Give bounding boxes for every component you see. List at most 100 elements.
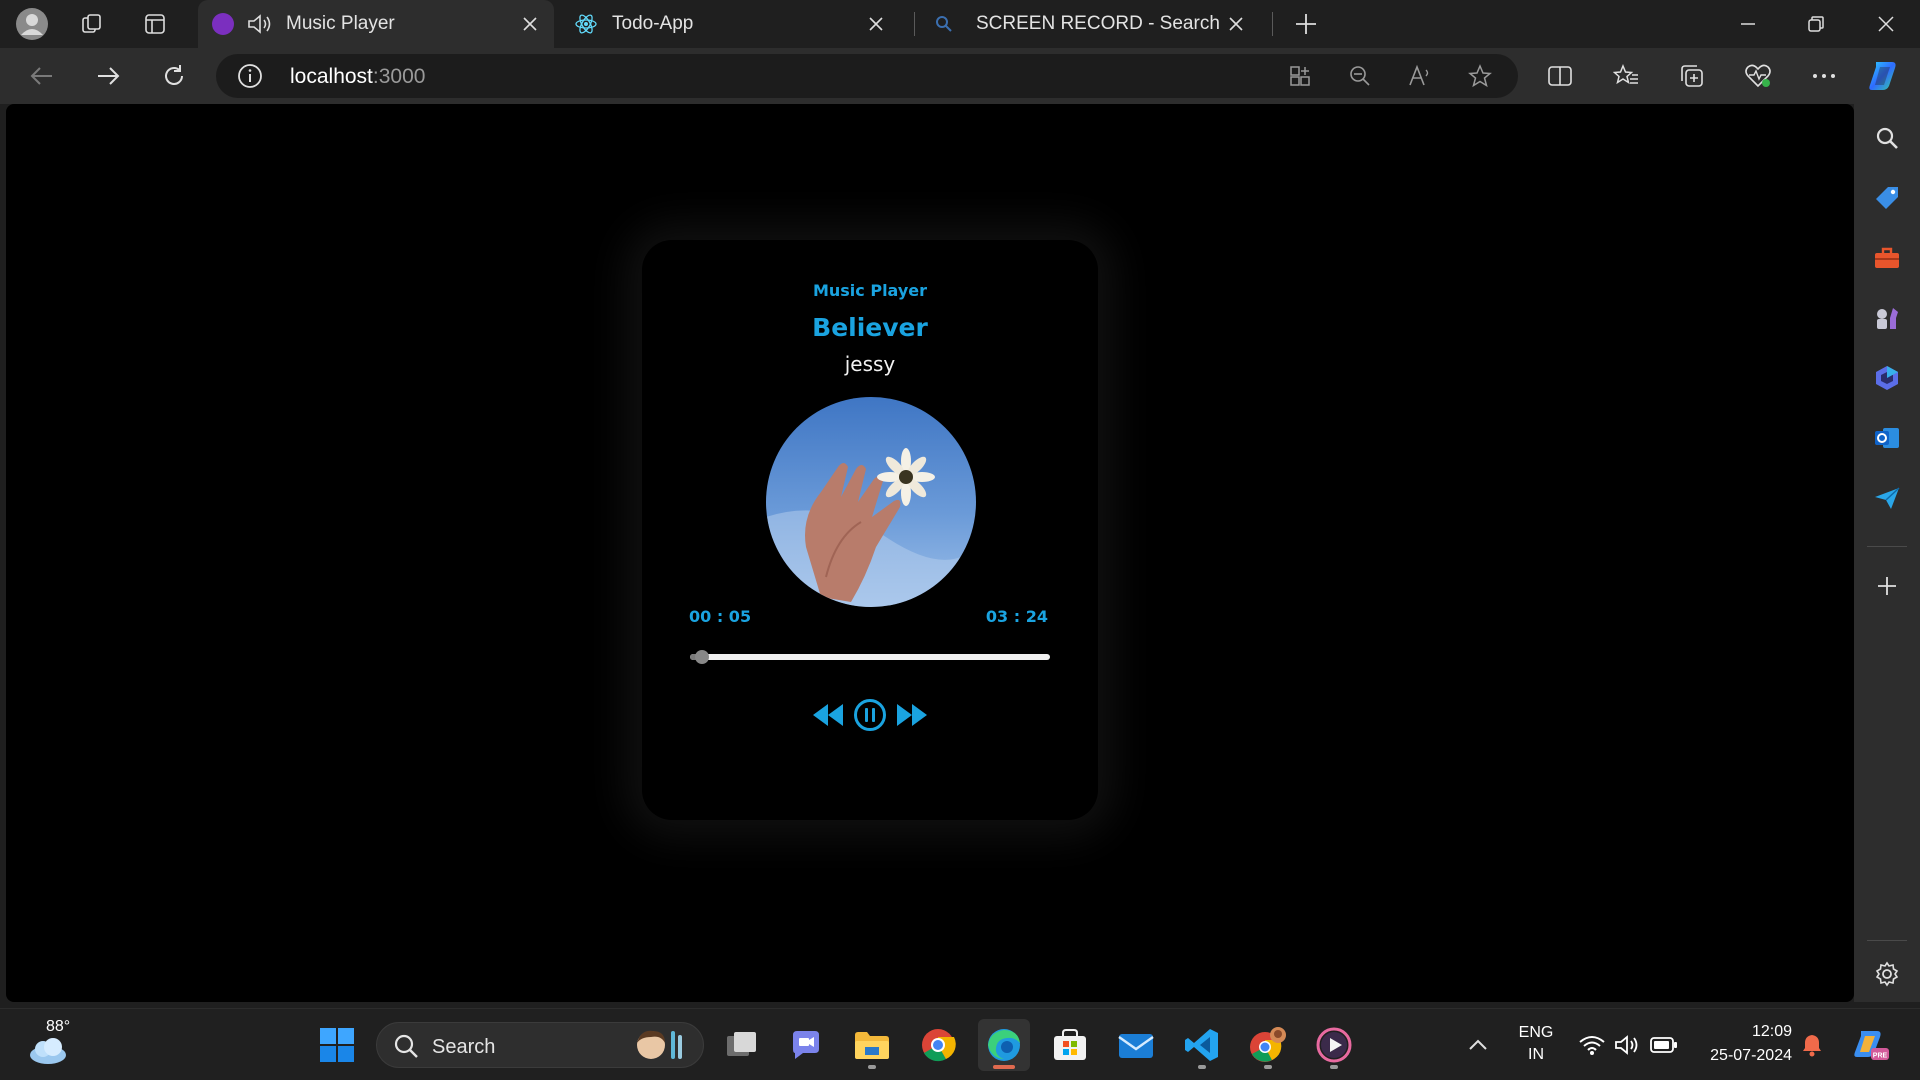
media-player-button[interactable] — [1308, 1019, 1360, 1071]
sidebar-shopping-button[interactable] — [1867, 178, 1907, 218]
language-indicator[interactable]: ENG IN — [1508, 1024, 1564, 1064]
browser-tab-strip: Music Player Todo-App SCREEN RECORD - Se… — [0, 0, 1920, 48]
network-volume-battery[interactable] — [1568, 1019, 1688, 1071]
edge-icon — [988, 1029, 1020, 1061]
app-available-icon[interactable] — [1282, 58, 1318, 94]
forward-button[interactable] — [88, 56, 128, 96]
site-info-icon[interactable] — [236, 62, 264, 95]
tab-screen-record-search[interactable]: SCREEN RECORD - Search — [920, 0, 1260, 48]
address-bar[interactable]: localhost:3000 — [216, 54, 1518, 98]
new-tab-button[interactable] — [1288, 6, 1324, 42]
running-indicator — [1330, 1065, 1338, 1069]
previous-button[interactable] — [810, 697, 846, 733]
search-highlight-icon — [637, 1030, 682, 1059]
teams-chat-icon — [793, 1031, 819, 1059]
speaker-playing-icon[interactable] — [246, 12, 272, 36]
current-time: 00 : 05 — [689, 607, 752, 626]
sidebar-outlook-button[interactable] — [1867, 418, 1907, 458]
favorite-star-icon[interactable] — [1462, 58, 1498, 94]
toolbox-icon — [1875, 247, 1899, 268]
close-window-button[interactable] — [1852, 0, 1920, 48]
close-tab-icon[interactable] — [1224, 12, 1248, 36]
rewind-icon — [813, 704, 843, 726]
close-tab-icon[interactable] — [864, 12, 888, 36]
sidebar-search-button[interactable] — [1867, 118, 1907, 158]
minimize-button[interactable] — [1714, 0, 1782, 48]
show-hidden-icons-button[interactable] — [1452, 1019, 1504, 1071]
wifi-icon — [1579, 1036, 1605, 1055]
tab-title: SCREEN RECORD - Search — [976, 13, 1220, 34]
running-indicator — [868, 1065, 876, 1069]
settings-more-button[interactable] — [1804, 56, 1844, 96]
notifications-button[interactable] — [1792, 1019, 1832, 1071]
shopping-tag-icon — [1876, 187, 1898, 209]
url-host: localhost — [290, 65, 373, 88]
svg-text:PRE: PRE — [1873, 1053, 1888, 1060]
microsoft-365-icon — [1876, 366, 1898, 390]
play-pause-button[interactable] — [852, 697, 888, 733]
vscode-button[interactable] — [1176, 1019, 1228, 1071]
sidebar-games-button[interactable] — [1867, 298, 1907, 338]
browser-toolbar: localhost:3000 — [0, 48, 1920, 104]
cloud-icon — [30, 1038, 66, 1064]
file-explorer-button[interactable] — [846, 1019, 898, 1071]
copilot-taskbar-button[interactable]: PRE — [1844, 1019, 1896, 1071]
folder-icon — [855, 1032, 889, 1059]
zoom-out-icon[interactable] — [1342, 58, 1378, 94]
read-aloud-icon[interactable] — [1402, 58, 1438, 94]
browser-essentials-button[interactable] — [1738, 56, 1778, 96]
copilot-icon — [1869, 62, 1896, 90]
sidebar-microsoft365-button[interactable] — [1867, 358, 1907, 398]
taskbar-search-box[interactable]: Search — [376, 1022, 704, 1068]
sidebar-tools-button[interactable] — [1867, 238, 1907, 278]
volume-icon — [1615, 1035, 1638, 1055]
split-screen-icon — [1548, 66, 1572, 86]
close-tab-icon[interactable] — [518, 12, 542, 36]
restore-icon — [1808, 16, 1824, 32]
search-icon — [1876, 127, 1898, 149]
refresh-button[interactable] — [154, 56, 194, 96]
close-icon — [1878, 16, 1894, 32]
total-duration: 03 : 24 — [985, 607, 1048, 626]
collections-button[interactable] — [1672, 56, 1712, 96]
sidebar-add-button[interactable] — [1867, 566, 1907, 606]
microsoft-store-button[interactable] — [1044, 1019, 1096, 1071]
player-heading: Music Player — [812, 281, 928, 300]
chrome-button[interactable] — [912, 1019, 964, 1071]
copilot-button[interactable] — [1864, 56, 1904, 96]
start-button[interactable] — [311, 1019, 363, 1071]
arrow-right-icon — [98, 67, 120, 85]
profile-avatar[interactable] — [14, 6, 50, 42]
url-text[interactable]: localhost:3000 — [290, 65, 425, 89]
sidebar-settings-button[interactable] — [1867, 954, 1907, 994]
favorites-button[interactable] — [1606, 56, 1646, 96]
chess-pieces-icon — [1877, 308, 1898, 329]
tab-todo-app[interactable]: Todo-App — [560, 0, 900, 48]
workspaces-button[interactable] — [74, 6, 110, 42]
song-artist: jessy — [844, 352, 896, 376]
tab-favicon-icon — [212, 13, 234, 35]
teams-button[interactable] — [780, 1019, 832, 1071]
edge-button[interactable] — [978, 1019, 1030, 1071]
progress-thumb[interactable] — [695, 650, 709, 664]
back-button[interactable] — [22, 56, 62, 96]
restore-button[interactable] — [1782, 0, 1850, 48]
copilot-pre-icon: PRE — [1854, 1031, 1889, 1060]
edge-sidebar — [1854, 104, 1920, 1002]
tab-actions-button[interactable] — [137, 6, 173, 42]
favorites-icon — [1613, 64, 1638, 85]
progress-slider[interactable] — [690, 650, 1050, 664]
tab-title: Music Player — [286, 13, 395, 34]
task-view-button[interactable] — [716, 1019, 768, 1071]
next-button[interactable] — [894, 697, 930, 733]
sidebar-divider — [1867, 940, 1907, 941]
split-screen-button[interactable] — [1540, 56, 1580, 96]
clock[interactable]: 12:09 25-07-2024 — [1694, 1023, 1792, 1065]
weather-temperature: 88° — [46, 1018, 71, 1035]
tab-music-player[interactable]: Music Player — [198, 0, 554, 48]
bell-icon — [1803, 1035, 1821, 1057]
chrome-profile-button[interactable] — [1242, 1019, 1294, 1071]
mail-button[interactable] — [1110, 1019, 1162, 1071]
more-dots-icon — [1813, 74, 1835, 78]
sidebar-send-button[interactable] — [1867, 478, 1907, 518]
